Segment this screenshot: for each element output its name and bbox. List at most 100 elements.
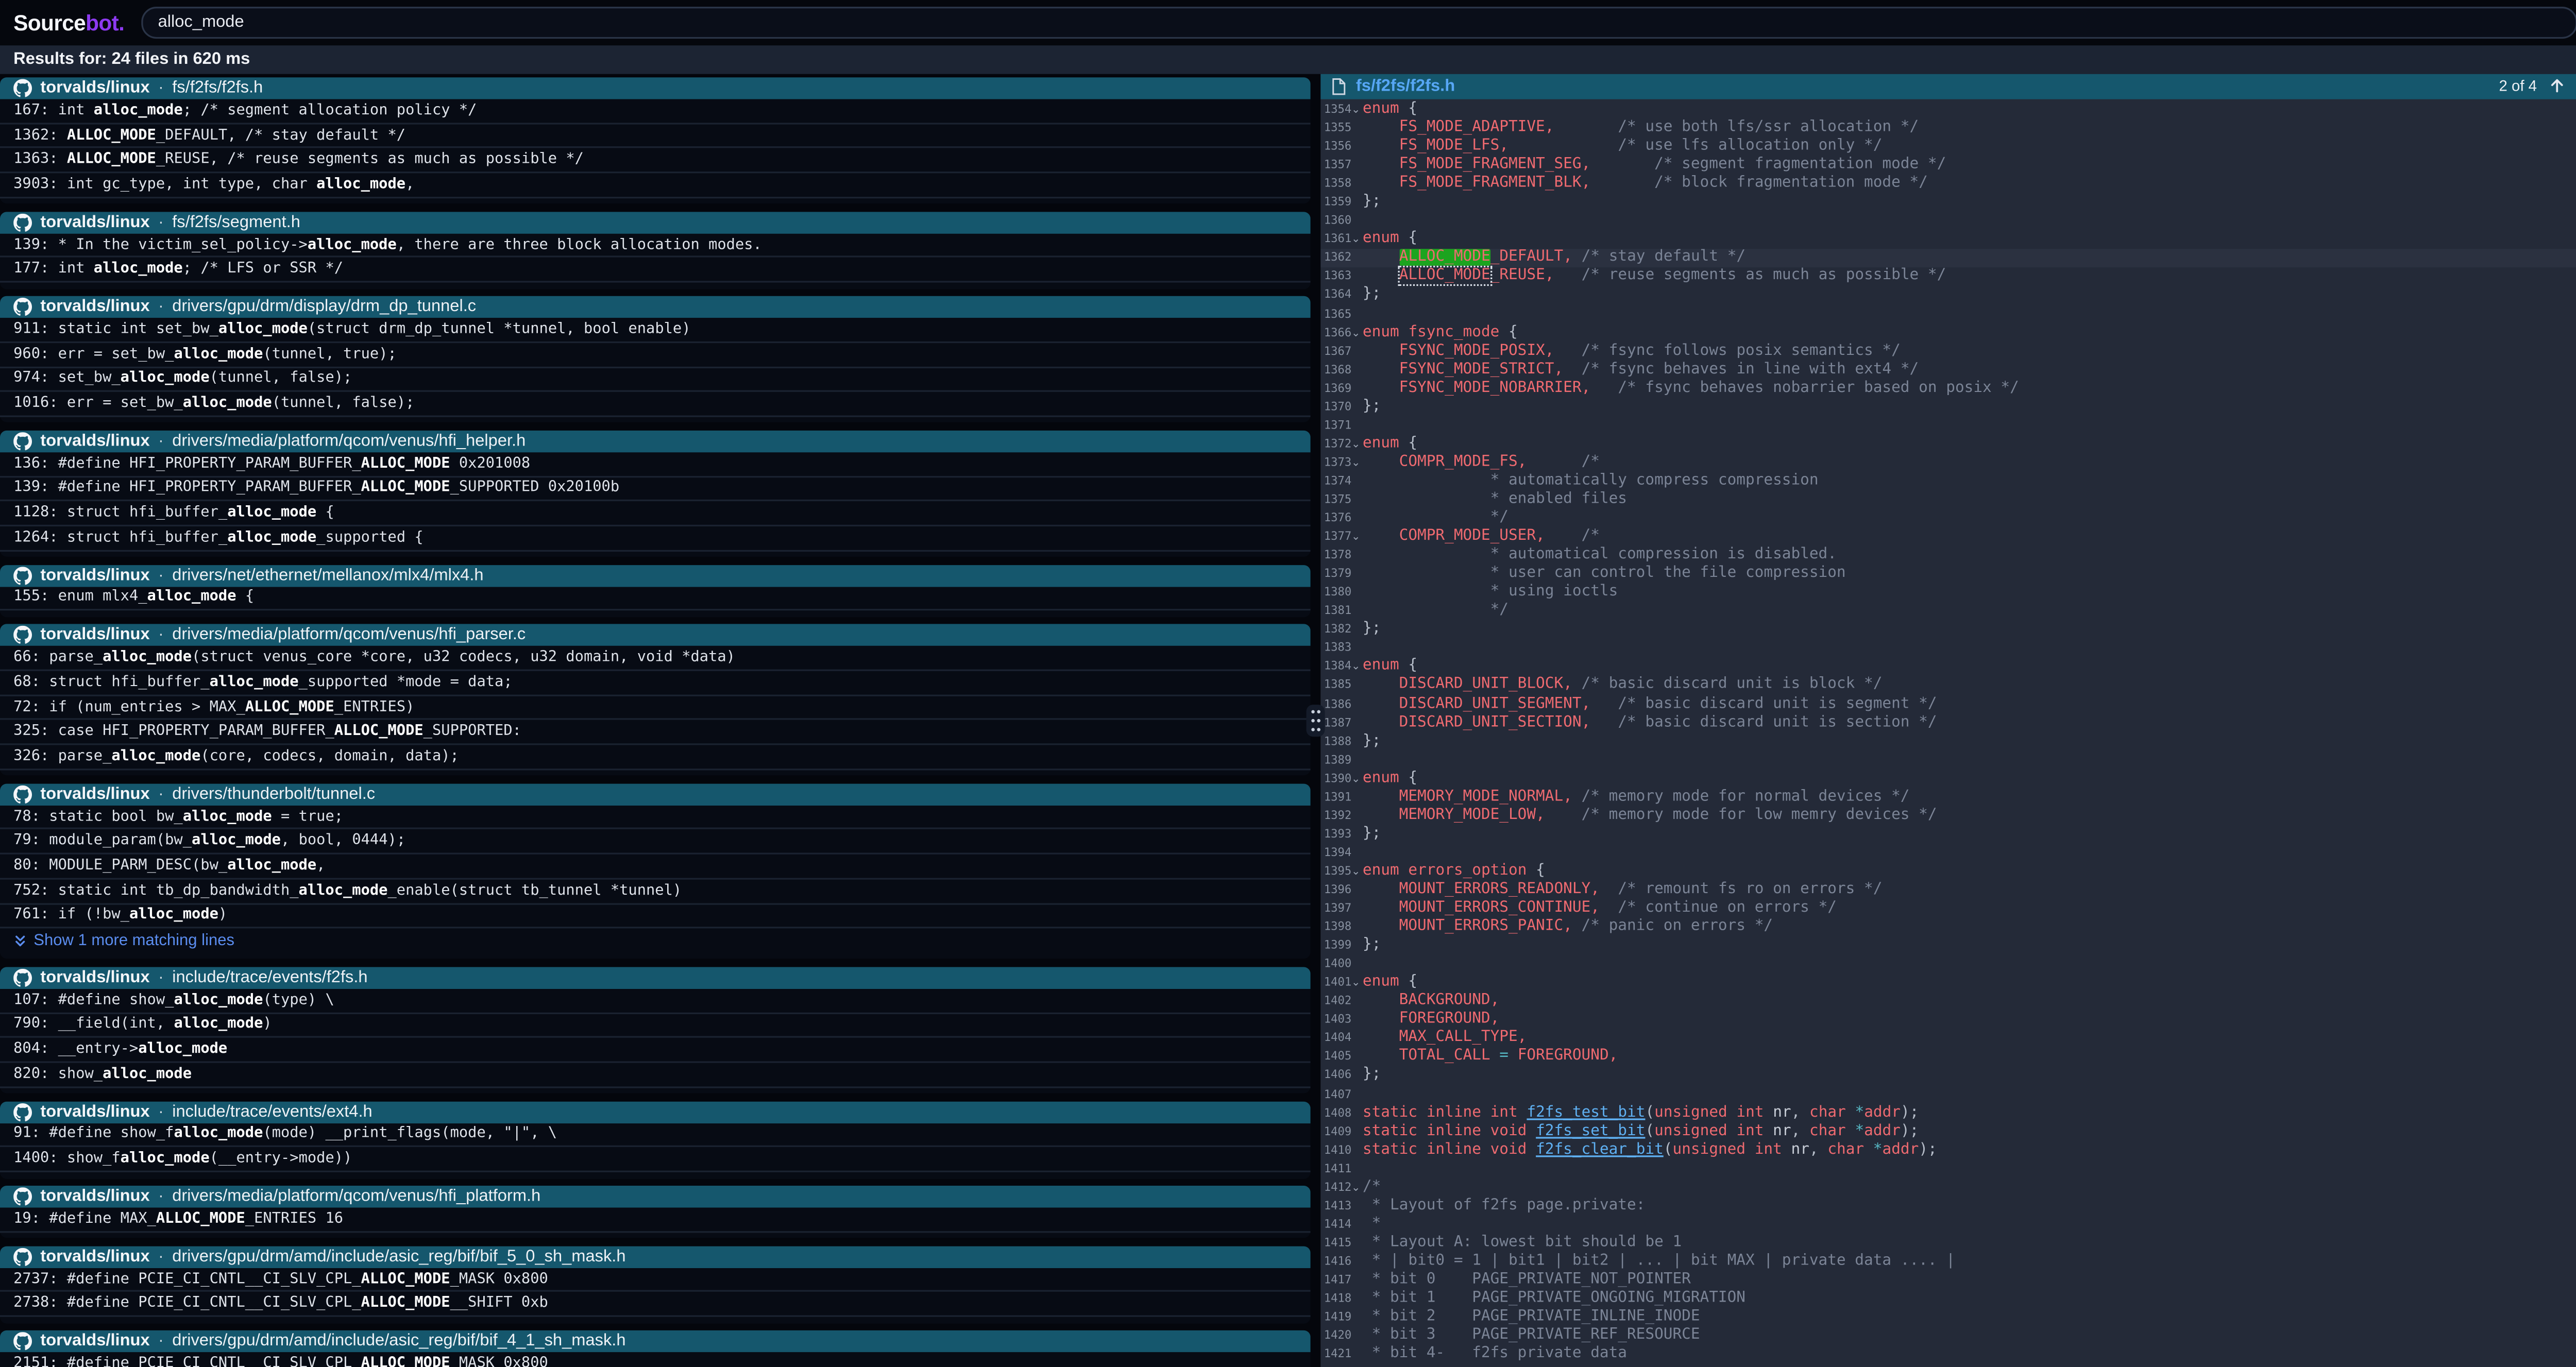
code-line[interactable]: 1396 MOUNT_ERRORS_READONLY, /* remount f… xyxy=(1320,880,2576,899)
match-line[interactable]: 136: #define HFI_PROPERTY_PARAM_BUFFER_A… xyxy=(0,452,1311,477)
code-line[interactable]: 1377⌄ COMPR_MODE_USER, /* xyxy=(1320,527,2576,546)
search-input[interactable] xyxy=(141,7,2576,39)
result-group-header[interactable]: torvalds/linux · fs/f2fs/segment.h xyxy=(0,212,1311,233)
fold-chevron-icon[interactable]: ⌄ xyxy=(1349,437,1363,451)
code-line[interactable]: 1406 }; xyxy=(1320,1066,2576,1085)
fold-chevron-icon[interactable]: ⌄ xyxy=(1349,456,1363,469)
code-line[interactable]: 1382 }; xyxy=(1320,620,2576,639)
match-line[interactable]: 1128: struct hfi_buffer_alloc_mode { xyxy=(0,502,1311,526)
match-line[interactable]: 66: parse_alloc_mode(struct venus_core *… xyxy=(0,646,1311,671)
app-logo[interactable]: Sourcebot. xyxy=(13,10,124,36)
match-line[interactable]: 2738: #define PCIE_CI_CNTL__CI_SLV_CPL_A… xyxy=(0,1292,1311,1317)
code-line[interactable]: 1414 * xyxy=(1320,1215,2576,1234)
code-line[interactable]: 1421 * bit 4- f2fs private data xyxy=(1320,1345,2576,1363)
preview-filename[interactable]: fs/f2fs/f2fs.h xyxy=(1356,77,1455,95)
result-group-header[interactable]: torvalds/linux · include/trace/events/ex… xyxy=(0,1101,1311,1123)
code-line[interactable]: 1395⌄ enum errors_option { xyxy=(1320,862,2576,880)
fold-chevron-icon[interactable]: ⌄ xyxy=(1349,326,1363,339)
code-line[interactable]: 1366⌄ enum fsync_mode { xyxy=(1320,323,2576,341)
fold-chevron-icon[interactable]: ⌄ xyxy=(1349,864,1363,878)
code-line[interactable]: 1380 * using ioctls xyxy=(1320,583,2576,602)
match-line[interactable]: 3903: int gc_type, int type, char alloc_… xyxy=(0,174,1311,198)
code-line[interactable]: 1390⌄ enum { xyxy=(1320,769,2576,788)
code-line[interactable]: 1373⌄ COMPR_MODE_FS, /* xyxy=(1320,453,2576,472)
result-group-header[interactable]: torvalds/linux · fs/f2fs/f2fs.h xyxy=(0,77,1311,99)
code-line[interactable]: 1375 * enabled files xyxy=(1320,490,2576,509)
code-line[interactable]: 1360 xyxy=(1320,212,2576,230)
code-line[interactable]: 1398 MOUNT_ERRORS_PANIC, /* panic on err… xyxy=(1320,917,2576,936)
code-line[interactable]: 1415 * Layout A: lowest bit should be 1 xyxy=(1320,1234,2576,1252)
match-line[interactable]: 960: err = set_bw_alloc_mode(tunnel, tru… xyxy=(0,343,1311,368)
match-line[interactable]: 139: * In the victim_sel_policy->alloc_m… xyxy=(0,233,1311,258)
code-line[interactable]: 1403 FOREGROUND, xyxy=(1320,1011,2576,1029)
code-line[interactable]: 1370 }; xyxy=(1320,397,2576,416)
code-line[interactable]: 1412⌄ /* xyxy=(1320,1177,2576,1196)
code-line[interactable]: 1394 xyxy=(1320,843,2576,862)
match-line[interactable]: 155: enum mlx4_alloc_mode { xyxy=(0,586,1311,611)
result-group-header[interactable]: torvalds/linux · drivers/thunderbolt/tun… xyxy=(0,783,1311,805)
fold-chevron-icon[interactable]: ⌄ xyxy=(1349,530,1363,543)
fold-chevron-icon[interactable]: ⌄ xyxy=(1349,772,1363,785)
prev-match-button[interactable] xyxy=(2547,76,2567,96)
result-group-header[interactable]: torvalds/linux · drivers/media/platform/… xyxy=(0,431,1311,452)
match-line[interactable]: 1400: show_falloc_mode(__entry->mode)) xyxy=(0,1148,1311,1172)
match-line[interactable]: 911: static int set_bw_alloc_mode(struct… xyxy=(0,318,1311,343)
code-line[interactable]: 1405 TOTAL_CALL = FOREGROUND, xyxy=(1320,1048,2576,1066)
match-line[interactable]: 139: #define HFI_PROPERTY_PARAM_BUFFER_A… xyxy=(0,477,1311,502)
code-line[interactable]: 1374 * automatically compress compressio… xyxy=(1320,472,2576,490)
code-line[interactable]: 1379 * user can control the file compres… xyxy=(1320,565,2576,583)
code-line[interactable]: 1369 FSYNC_MODE_NOBARRIER, /* fsync beha… xyxy=(1320,379,2576,397)
code-line[interactable]: 1387 DISCARD_UNIT_SECTION, /* basic disc… xyxy=(1320,713,2576,732)
code-line[interactable]: 1391 MEMORY_MODE_NORMAL, /* memory mode … xyxy=(1320,788,2576,806)
match-line[interactable]: 72: if (num_entries > MAX_ALLOC_MODE_ENT… xyxy=(0,696,1311,721)
code-line[interactable]: 1417 * bit 0 PAGE_PRIVATE_NOT_POINTER xyxy=(1320,1271,2576,1289)
code-line[interactable]: 1362 ALLOC_MODE_DEFAULT, /* stay default… xyxy=(1320,249,2576,267)
code-line[interactable]: 1357 FS_MODE_FRAGMENT_SEG, /* segment fr… xyxy=(1320,156,2576,174)
match-line[interactable]: 91: #define show_falloc_mode(mode) __pri… xyxy=(0,1123,1311,1148)
code-line[interactable]: 1356 FS_MODE_LFS, /* use lfs allocation … xyxy=(1320,137,2576,156)
match-line[interactable]: 19: #define MAX_ALLOC_MODE_ENTRIES 16 xyxy=(0,1207,1311,1232)
code-line[interactable]: 1411 xyxy=(1320,1159,2576,1177)
code-line[interactable]: 1392 MEMORY_MODE_LOW, /* memory mode for… xyxy=(1320,806,2576,825)
match-line[interactable]: 68: struct hfi_buffer_alloc_mode_support… xyxy=(0,671,1311,696)
match-line[interactable]: 1363: ALLOC_MODE_REUSE, /* reuse segment… xyxy=(0,149,1311,174)
match-line[interactable]: 80: MODULE_PARM_DESC(bw_alloc_mode, xyxy=(0,855,1311,879)
code-line[interactable]: 1359 }; xyxy=(1320,193,2576,212)
code-line[interactable]: 1383 xyxy=(1320,639,2576,657)
match-line[interactable]: 79: module_param(bw_alloc_mode, bool, 04… xyxy=(0,830,1311,855)
fold-chevron-icon[interactable]: ⌄ xyxy=(1349,102,1363,116)
fold-chevron-icon[interactable]: ⌄ xyxy=(1349,1180,1363,1193)
match-line[interactable]: 820: show_alloc_mode xyxy=(0,1063,1311,1087)
code-line[interactable]: 1408 static inline int f2fs_test_bit(uns… xyxy=(1320,1103,2576,1122)
match-line[interactable]: 974: set_bw_alloc_mode(tunnel, false); xyxy=(0,367,1311,392)
fold-chevron-icon[interactable]: ⌄ xyxy=(1349,976,1363,989)
match-line[interactable]: 2151: #define PCIE_CI_CNTL__CI_SLV_CPL_A… xyxy=(0,1353,1311,1367)
code-line[interactable]: 1371 xyxy=(1320,416,2576,434)
drag-handle-icon[interactable] xyxy=(1307,705,1325,737)
match-line[interactable]: 326: parse_alloc_mode(core, codecs, doma… xyxy=(0,745,1311,770)
code-line[interactable]: 1416 * | bit0 = 1 | bit1 | bit2 | ... | … xyxy=(1320,1252,2576,1271)
code-line[interactable]: 1385 DISCARD_UNIT_BLOCK, /* basic discar… xyxy=(1320,676,2576,694)
result-group-header[interactable]: torvalds/linux · include/trace/events/f2… xyxy=(0,967,1311,988)
code-line[interactable]: 1354⌄ enum { xyxy=(1320,100,2576,118)
code-line[interactable]: 1399 }; xyxy=(1320,936,2576,954)
code-line[interactable]: 1372⌄ enum { xyxy=(1320,435,2576,453)
code-line[interactable]: 1388 }; xyxy=(1320,732,2576,750)
match-line[interactable]: 177: int alloc_mode; /* LFS or SSR */ xyxy=(0,258,1311,283)
code-line[interactable]: 1410 static inline void f2fs_clear_bit(u… xyxy=(1320,1140,2576,1159)
code-line[interactable]: 1355 FS_MODE_ADAPTIVE, /* use both lfs/s… xyxy=(1320,118,2576,137)
code-line[interactable]: 1363 ALLOC_MODE_REUSE, /* reuse segments… xyxy=(1320,267,2576,286)
code-line[interactable]: 1419 * bit 2 PAGE_PRIVATE_INLINE_INODE xyxy=(1320,1308,2576,1326)
match-line[interactable]: 107: #define show_alloc_mode(type) \ xyxy=(0,989,1311,1014)
code-line[interactable]: 1402 BACKGROUND, xyxy=(1320,992,2576,1011)
code-line[interactable]: 1397 MOUNT_ERRORS_CONTINUE, /* continue … xyxy=(1320,899,2576,917)
code-line[interactable]: 1393 }; xyxy=(1320,825,2576,843)
code-line[interactable]: 1389 xyxy=(1320,750,2576,769)
match-line[interactable]: 761: if (!bw_alloc_mode) xyxy=(0,904,1311,929)
code-line[interactable]: 1367 FSYNC_MODE_POSIX, /* fsync follows … xyxy=(1320,341,2576,360)
code-line[interactable]: 1409 static inline void f2fs_set_bit(uns… xyxy=(1320,1122,2576,1140)
code-line[interactable]: 1407 xyxy=(1320,1085,2576,1103)
code-line[interactable]: 1420 * bit 3 PAGE_PRIVATE_REF_RESOURCE xyxy=(1320,1326,2576,1345)
match-line[interactable]: 804: __entry->alloc_mode xyxy=(0,1038,1311,1063)
match-line[interactable]: 752: static int tb_dp_bandwidth_alloc_mo… xyxy=(0,879,1311,904)
